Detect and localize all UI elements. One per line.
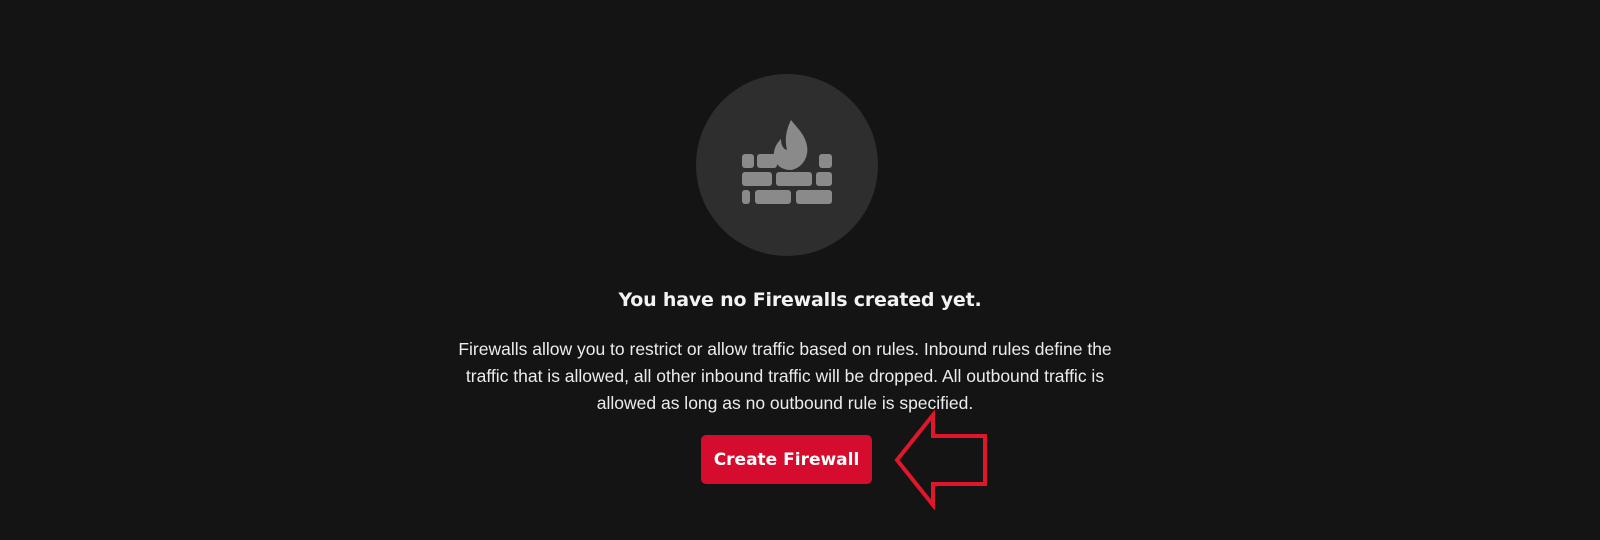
firewalls-empty-state: You have no Firewalls created yet. Firew… xyxy=(0,0,1600,540)
firewalls-page: You have no Firewalls created yet. Firew… xyxy=(0,0,1600,540)
firewall-icon xyxy=(742,120,832,204)
empty-state-title: You have no Firewalls created yet. xyxy=(618,289,982,311)
empty-state-description: Firewalls allow you to restrict or allow… xyxy=(458,339,1112,413)
firewall-icon-circle xyxy=(696,74,878,256)
create-firewall-button[interactable]: Create Firewall xyxy=(701,435,872,484)
arrow-left-icon xyxy=(894,410,987,510)
